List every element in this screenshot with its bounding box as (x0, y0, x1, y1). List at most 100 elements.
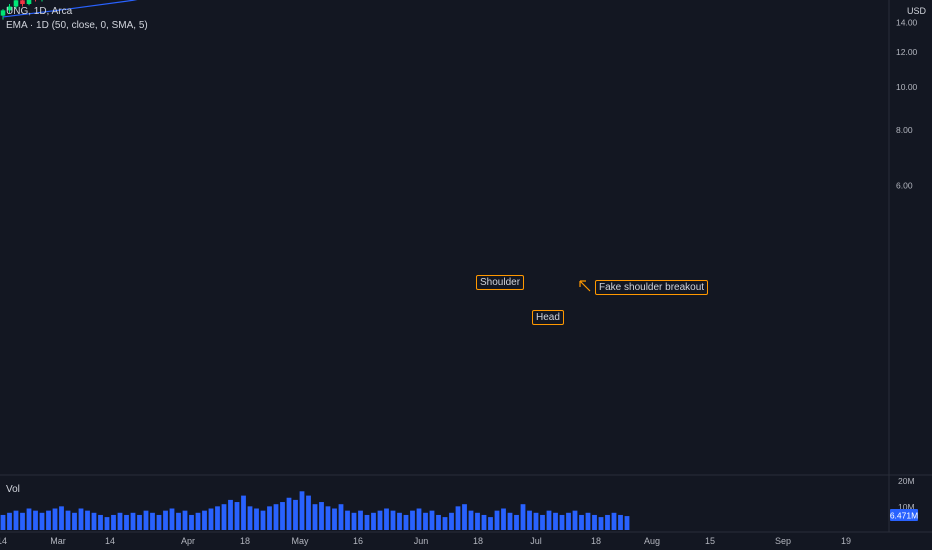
breakout-arrow (579, 280, 591, 292)
volume-bar (13, 510, 19, 530)
volume-bar (130, 512, 136, 530)
volume-bar (286, 497, 292, 530)
volume-bar (345, 510, 350, 530)
volume-bar (397, 512, 402, 530)
volume-bar (384, 508, 389, 530)
ema50-line (2, 0, 138, 18)
volume-bar (7, 512, 12, 530)
volume-bar (598, 517, 604, 530)
time-tick-label: Aug (644, 536, 660, 546)
shoulder-annotation: Shoulder (476, 275, 525, 290)
volume-bar (117, 512, 123, 530)
volume-bar (364, 514, 370, 530)
volume-bar (91, 512, 97, 530)
volume-bar (501, 508, 506, 530)
volume-bar (52, 508, 58, 530)
volume-bar (176, 512, 181, 530)
time-tick-label: 14 (0, 536, 7, 546)
chart-canvas: 40.0038.0036.0034.0032.0030.0028.0026.00… (0, 0, 932, 546)
candle-body (0, 10, 6, 16)
volume-bar (215, 506, 220, 530)
price-tick-label: 10.00 (896, 82, 918, 92)
volume-bar (455, 506, 461, 530)
volume-bar (572, 510, 578, 530)
volume-bar (254, 508, 259, 530)
volume-bar (59, 506, 64, 530)
volume-bar (358, 510, 363, 530)
time-tick-label: Sep (775, 536, 791, 546)
volume-bar (273, 504, 279, 530)
volume-bar (462, 504, 467, 530)
volume-bar (111, 514, 116, 530)
volume-bar (546, 510, 552, 530)
volume-bar (533, 512, 539, 530)
volume-bar (481, 514, 487, 530)
volume-bar (280, 502, 285, 530)
volume-bar (494, 510, 500, 530)
volume-bar (0, 514, 6, 530)
volume-bar (267, 506, 272, 530)
volume-bar (85, 510, 90, 530)
volume-bar (260, 510, 266, 530)
volume-bar (26, 508, 32, 530)
volume-bar (247, 506, 253, 530)
volume-bar (72, 512, 77, 530)
volume-bar (319, 502, 324, 530)
volume-bar (46, 510, 51, 530)
volume-bar (449, 512, 454, 530)
volume-bar (312, 504, 318, 530)
time-tick-label: Apr (181, 536, 195, 546)
price-tick-label: 8.00 (896, 125, 913, 135)
fake-breakout-annotation: Fake shoulder breakout (595, 280, 709, 295)
volume-bar (585, 512, 591, 530)
ema-indicator-label: EMA · 1D (50, close, 0, SMA, 5) (6, 20, 148, 31)
volume-label: Vol (6, 484, 20, 495)
volume-bar (618, 514, 623, 530)
volume-bar (520, 504, 526, 530)
volume-bar (156, 514, 162, 530)
volume-bar (65, 510, 71, 530)
candle-body (20, 0, 25, 5)
volume-bar (182, 510, 188, 530)
time-tick-label: 14 (105, 536, 115, 546)
volume-bar (208, 508, 214, 530)
volume-bar (195, 512, 201, 530)
volume-bar (163, 510, 168, 530)
time-tick-label: May (291, 536, 309, 546)
volume-bar (20, 512, 25, 530)
volume-bar (429, 510, 435, 530)
price-tick-label: 16.00 (896, 0, 918, 2)
volume-bar (351, 512, 357, 530)
volume-bar (228, 499, 233, 530)
volume-bar (475, 512, 480, 530)
volume-bar (436, 514, 441, 530)
volume-bar (559, 514, 565, 530)
tag-volume-text: 6.471M (890, 511, 918, 521)
symbol-title: UNG, 1D, Arca (6, 6, 73, 17)
price-tick-label: 12.00 (896, 47, 918, 57)
volume-bar (410, 510, 415, 530)
volume-bar (124, 514, 129, 530)
volume-bar (592, 514, 597, 530)
volume-bar (241, 495, 246, 530)
time-tick-label: Mar (50, 536, 66, 546)
volume-bar (169, 508, 175, 530)
volume-bar (416, 508, 422, 530)
currency-label: USD (906, 6, 926, 16)
time-tick-label: Jul (530, 536, 542, 546)
volume-bar (33, 510, 38, 530)
volume-bar (234, 502, 240, 530)
volume-bar (624, 516, 630, 530)
volume-tick-label: 20M (898, 476, 915, 486)
volume-bar (514, 514, 519, 530)
volume-bar (221, 504, 227, 530)
volume-bar (137, 514, 142, 530)
volume-bar (403, 514, 409, 530)
volume-bar (143, 510, 149, 530)
volume-bar (540, 514, 545, 530)
volume-bar (104, 517, 110, 530)
time-tick-label: Jun (414, 536, 429, 546)
head-annotation: Head (532, 310, 564, 325)
price-tick-label: 6.00 (896, 180, 913, 190)
volume-bar (468, 510, 474, 530)
